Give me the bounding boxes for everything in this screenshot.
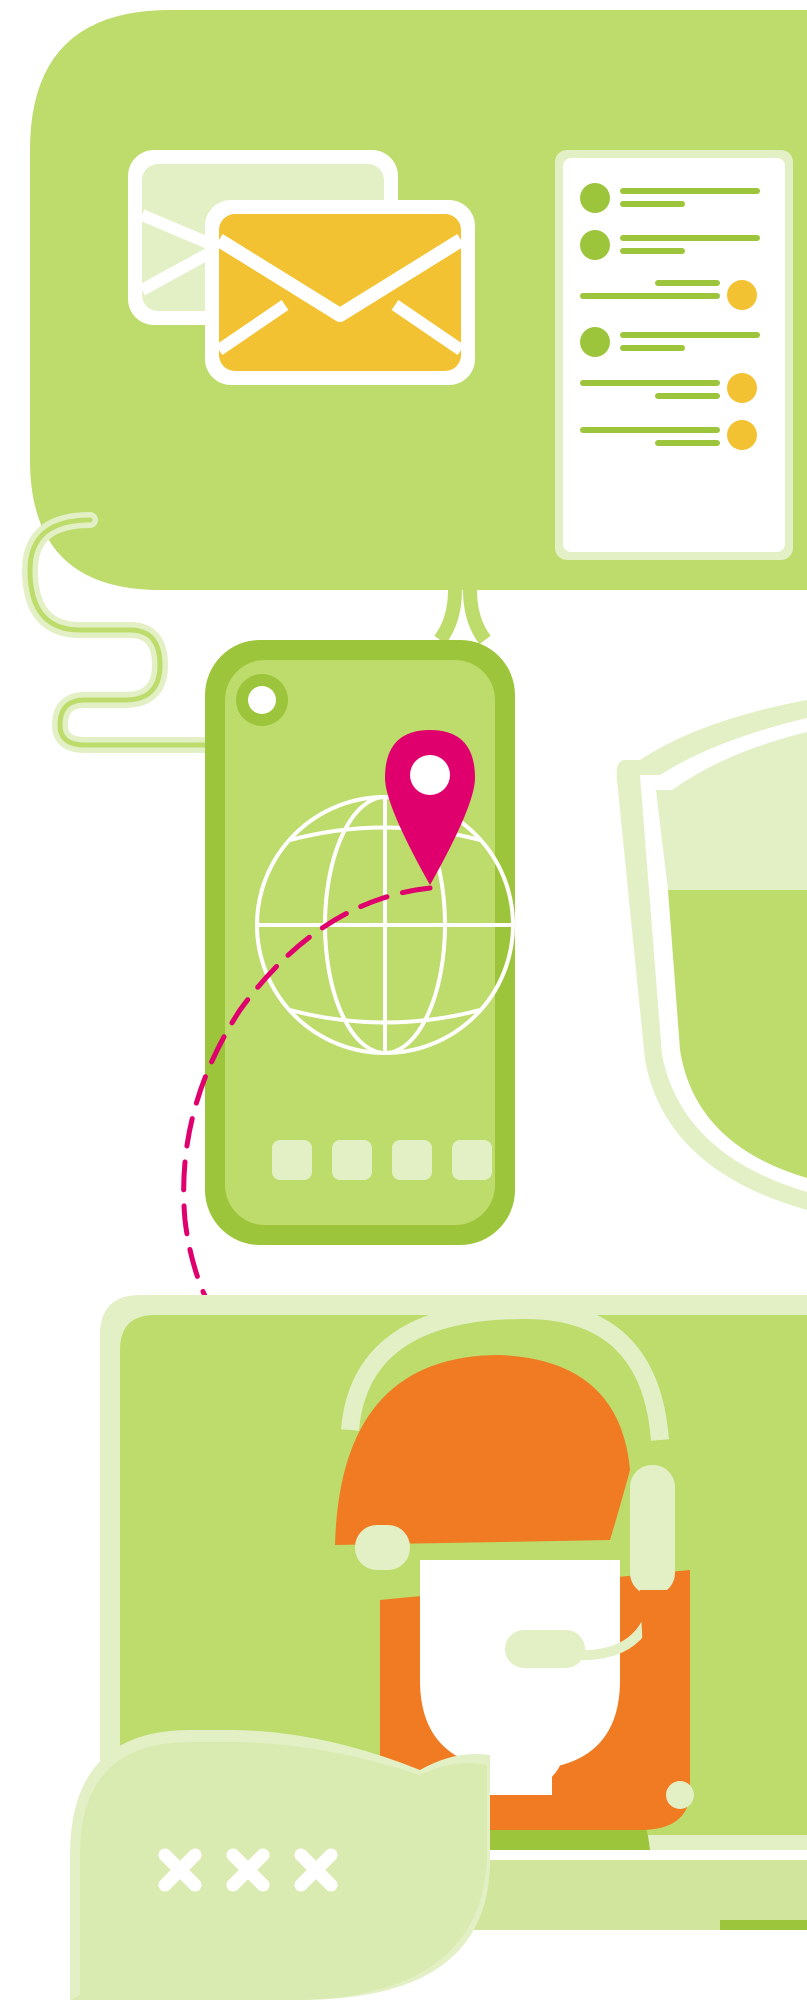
- password-bubble-icon: [70, 1730, 490, 2000]
- smartphone-icon: [205, 640, 515, 1245]
- support-illustration: [21, 10, 807, 2000]
- shield-icon: [616, 700, 807, 1210]
- globe-icon: [255, 795, 515, 1055]
- chat-panel-icon: [555, 150, 793, 560]
- envelope-icon: [205, 200, 475, 385]
